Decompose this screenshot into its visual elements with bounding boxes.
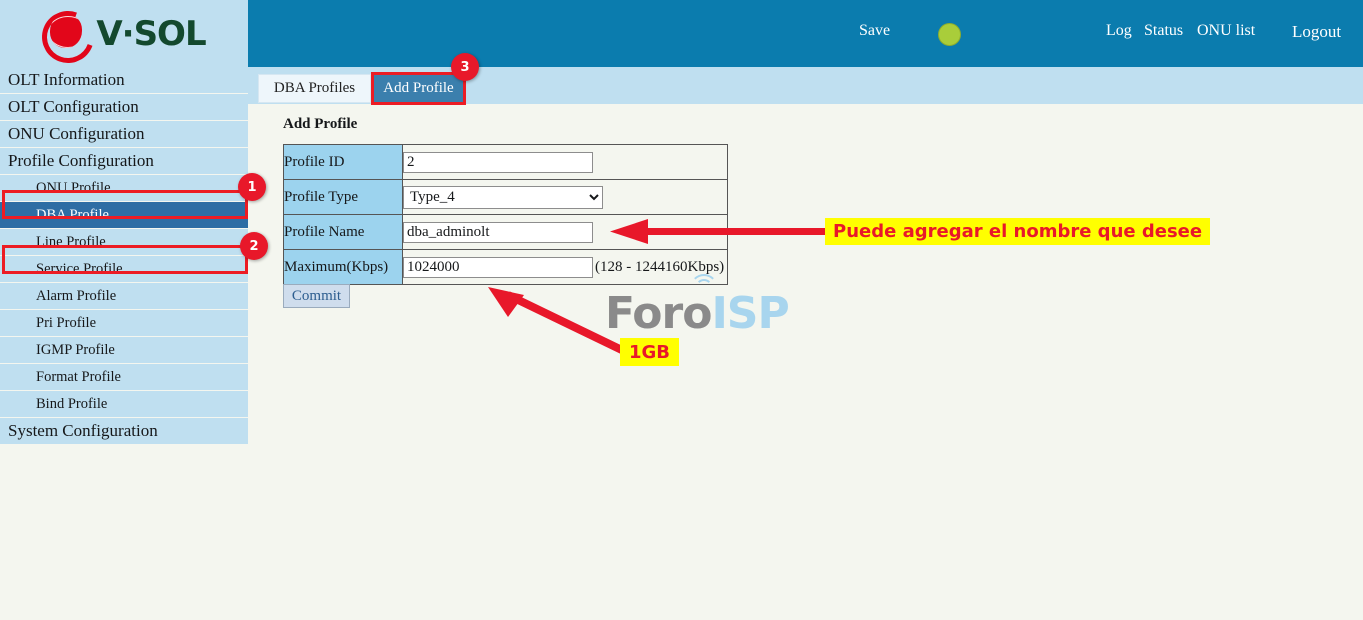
table-row: Maximum(Kbps) (128 - 1244160Kbps) — [283, 249, 728, 285]
brand-logo-text: V·SOL — [96, 13, 206, 54]
cell-maximum-kbps: (128 - 1244160Kbps) — [402, 249, 728, 285]
sidebar-item-bind-profile[interactable]: Bind Profile — [0, 391, 248, 417]
cell-profile-type: Type_4 — [402, 179, 728, 215]
page-title: Add Profile — [283, 116, 358, 132]
table-row: Profile Name — [283, 214, 728, 250]
tab-add-profile[interactable]: Add Profile — [372, 74, 465, 103]
tab-strip: DBA Profiles Add Profile — [248, 67, 1363, 104]
green-status-dot — [938, 23, 961, 46]
wifi-signal-icon — [689, 274, 719, 296]
sidebar-navigation: OLT Information OLT Configuration ONU Co… — [0, 67, 248, 445]
step-badge-2: 2 — [240, 232, 268, 260]
watermark-isp: ISP — [711, 288, 789, 339]
sidebar-item-pri-profile[interactable]: Pri Profile — [0, 310, 248, 336]
sidebar-item-line-profile[interactable]: Line Profile — [0, 229, 248, 255]
main-content: Add Profile Profile ID Profile Type Type… — [248, 104, 1363, 620]
top-navigation-bar: Save Log Status ONU list Logout — [248, 0, 1363, 67]
sidebar-item-onu-configuration[interactable]: ONU Configuration — [0, 121, 248, 147]
sidebar-item-igmp-profile[interactable]: IGMP Profile — [0, 337, 248, 363]
brand-logo-panel: V·SOL — [0, 0, 248, 72]
logout-link[interactable]: Logout — [1292, 22, 1341, 42]
sidebar-item-format-profile[interactable]: Format Profile — [0, 364, 248, 390]
tab-dba-profiles[interactable]: DBA Profiles — [258, 74, 371, 103]
maximum-range-hint: (128 - 1244160Kbps) — [595, 258, 725, 275]
step-badge-1: 1 — [238, 173, 266, 201]
status-link[interactable]: Status — [1144, 22, 1183, 40]
label-profile-id: Profile ID — [283, 144, 403, 180]
foroisp-watermark: ForoISP — [605, 274, 790, 339]
brand-logo: V·SOL — [33, 1, 207, 72]
sidebar-item-olt-information[interactable]: OLT Information — [0, 67, 248, 93]
table-row: Profile ID — [283, 144, 728, 180]
cell-profile-id — [402, 144, 728, 180]
profile-id-input[interactable] — [403, 151, 593, 173]
step-badge-3: 3 — [451, 53, 479, 81]
commit-button[interactable]: Commit — [283, 284, 350, 308]
profile-type-select[interactable]: Type_4 — [403, 185, 603, 209]
sidebar-item-alarm-profile[interactable]: Alarm Profile — [0, 283, 248, 309]
label-profile-name: Profile Name — [283, 214, 403, 250]
sidebar-item-system-configuration[interactable]: System Configuration — [0, 418, 248, 444]
sidebar-item-olt-configuration[interactable]: OLT Configuration — [0, 94, 248, 120]
maximum-kbps-input[interactable] — [403, 256, 593, 278]
vsol-droplet-icon — [33, 1, 103, 72]
label-maximum-kbps: Maximum(Kbps) — [283, 249, 403, 285]
sidebar-item-dba-profile[interactable]: DBA Profile — [0, 202, 248, 228]
add-profile-form-table: Profile ID Profile Type Type_4 Profile N… — [283, 144, 728, 285]
sidebar-item-profile-configuration[interactable]: Profile Configuration — [0, 148, 248, 174]
save-button[interactable]: Save — [859, 22, 890, 40]
table-row: Profile Type Type_4 — [283, 179, 728, 215]
log-link[interactable]: Log — [1106, 22, 1132, 40]
onu-list-link[interactable]: ONU list — [1197, 22, 1255, 40]
annotation-note-1gb: 1GB — [620, 338, 680, 366]
sidebar-item-onu-profile[interactable]: ONU Profile — [0, 175, 248, 201]
cell-profile-name — [402, 214, 728, 250]
annotation-note-profile-name: Puede agregar el nombre que desee — [825, 218, 1211, 245]
sidebar-item-service-profile[interactable]: Service Profile — [0, 256, 248, 282]
label-profile-type: Profile Type — [283, 179, 403, 215]
profile-name-input[interactable] — [403, 221, 593, 243]
